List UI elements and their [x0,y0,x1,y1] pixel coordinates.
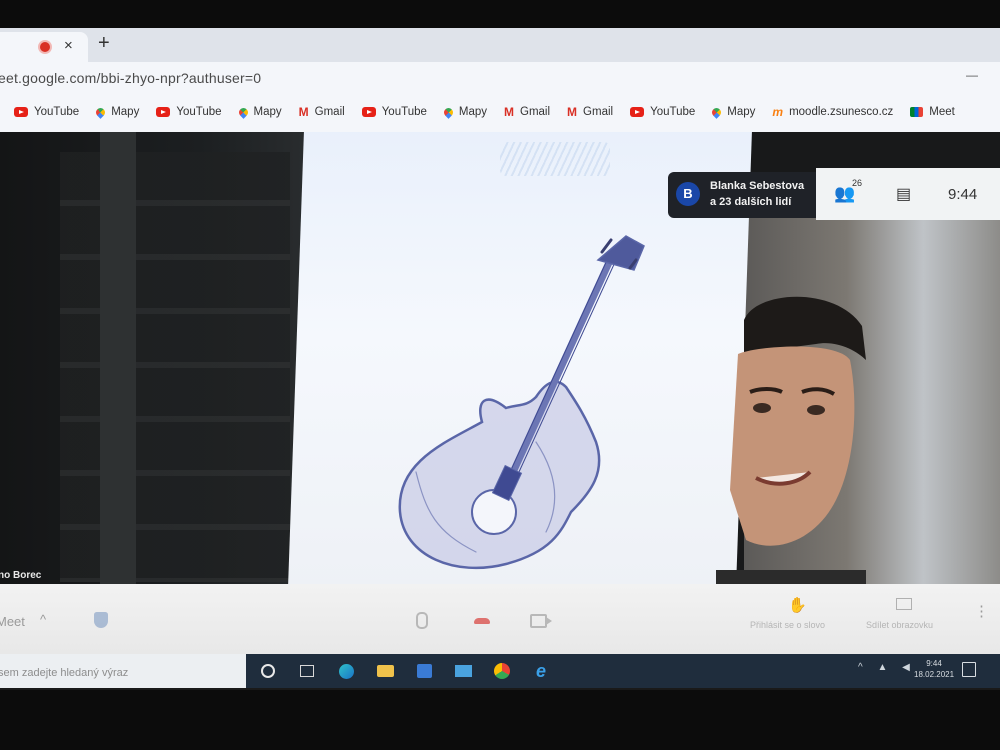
youtube-icon [630,107,645,117]
gmail-icon: M [298,105,309,119]
notification-icon[interactable] [962,662,976,677]
new-tab-button[interactable]: + [98,32,110,55]
edge-button[interactable] [334,660,358,682]
url-text[interactable]: eet.google.com/bbi-zhyo-npr?authuser=0 [0,70,261,86]
recording-icon [40,42,50,52]
internet-explorer-icon: e [535,660,546,681]
participant-name: no Borec [0,570,42,581]
bookmark-label: Gmail [583,106,614,118]
bookmark-label: Mapy [111,106,140,118]
taskbar-date: 18.02.2021 [914,670,955,679]
raise-hand-label[interactable]: Přihlásit se o slovo [750,620,825,630]
system-tray-icons[interactable]: ^ ▲ ◀ [858,662,916,673]
bookmark-gmail[interactable]: M Gmail [504,105,550,119]
gmail-icon: M [567,105,578,119]
meet-icon [910,107,924,117]
background-shelf [60,152,290,582]
participant-card-more: a 23 dalších lidí [710,196,792,208]
mail-icon [454,665,472,677]
maps-icon [236,105,250,119]
bookmark-label: YouTube [381,106,427,118]
window-minimize-icon[interactable]: — [966,68,978,82]
present-screen-label[interactable]: Sdílet obrazovku [866,620,933,630]
gmail-icon: M [504,105,515,119]
bookmark-youtube[interactable]: YouTube [630,106,695,118]
moodle-icon: m [772,105,784,119]
shield-icon[interactable] [94,612,108,628]
active-tab[interactable]: × [0,32,88,62]
bookmark-gmail[interactable]: M Gmail [567,105,613,119]
cortana-button[interactable] [256,660,280,682]
folder-icon [376,665,394,677]
bookmark-label: YouTube [34,106,80,118]
bookmark-gmail[interactable]: M Gmail [299,105,345,119]
camera-icon[interactable] [530,614,552,628]
meeting-info-panel: 👥 26 ▤ 9:44 [816,168,1000,220]
meet-control-bar: Meet ^ ✋ Přihlásit se o slovo Sdílet obr… [0,584,1000,654]
bookmark-mapy[interactable]: Mapy [710,105,756,119]
bookmark-label: YouTube [176,106,222,118]
browser-tab-bar: × + [0,28,1000,62]
maps-icon [94,105,108,119]
meeting-clock: 9:44 [948,186,978,203]
cortana-icon [261,664,275,678]
store-button[interactable] [412,660,436,682]
bookmark-label: Mapy [253,106,282,118]
bookmark-label: Meet [929,106,955,118]
taskbar-clock[interactable]: 9:44 18.02.2021 [914,658,954,680]
bookmark-youtube[interactable]: YouTube [156,106,222,118]
taskbar-search-input[interactable]: sem zadejte hledaný výraz [0,654,246,688]
raise-hand-icon[interactable]: ✋ [788,596,807,614]
task-view-icon [300,665,314,677]
chrome-button[interactable] [490,660,514,682]
bookmark-mapy[interactable]: Mapy [94,105,140,119]
present-screen-icon[interactable] [896,598,912,610]
mail-button[interactable] [451,660,475,682]
youtube-icon [156,107,171,117]
participant-count: 26 [852,178,863,188]
taskbar-time: 9:44 [926,659,942,668]
screen: × + eet.google.com/bbi-zhyo-npr?authuser… [0,28,1000,690]
search-placeholder: sem zadejte hledaný výraz [0,667,129,679]
file-explorer-button[interactable] [373,660,397,682]
bookmark-meet[interactable]: Meet [910,106,955,118]
bookmark-youtube[interactable]: YouTube [361,106,427,118]
maps-icon [710,105,724,119]
maps-icon [442,105,455,119]
task-view-button[interactable] [295,660,319,682]
bookmark-youtube[interactable]: YouTube [14,106,79,118]
microphone-icon[interactable] [416,612,428,629]
store-icon [416,664,432,678]
bookmark-label: YouTube [650,106,696,118]
tab-close-button[interactable]: × [64,37,73,54]
bookmark-mapy[interactable]: Mapy [236,105,282,119]
bookmark-mapy[interactable]: Mapy [442,105,488,119]
address-bar[interactable]: eet.google.com/bbi-zhyo-npr?authuser=0 — [0,62,1000,96]
youtube-icon [14,107,28,117]
bookmark-label: Gmail [520,106,551,118]
participant-card-name: Blanka Sebestova [710,180,805,192]
bookmark-moodle[interactable]: m moodle.zsunesco.cz [772,105,893,119]
participant-face [716,296,866,584]
chat-icon[interactable]: ▤ [896,184,911,204]
bookmark-label: moodle.zsunesco.cz [789,106,894,118]
bookmark-label: Mapy [727,106,756,118]
more-options-icon[interactable]: ⋮ [974,602,989,620]
guitar-drawing [398,235,645,570]
bookmark-label: Gmail [314,106,345,118]
chevron-up-icon[interactable]: ^ [40,612,46,627]
people-card[interactable]: B Blanka Sebestova a 23 dalších lidí [668,172,816,218]
windows-taskbar: sem zadejte hledaný výraz e ^ ▲ ◀ 9:44 1… [0,654,1000,688]
youtube-icon [361,107,376,117]
meeting-details-label[interactable]: Meet [0,614,25,629]
paper-scribble [500,142,610,176]
chrome-icon [494,663,510,679]
bookmark-label: Mapy [458,106,488,118]
edge-icon [338,663,354,679]
bookmarks-bar: YouTube Mapy YouTube Mapy M Gmail YouTube… [0,96,1000,133]
internet-explorer-button[interactable]: e [529,660,553,682]
background-pillar [100,132,136,584]
avatar: B [676,182,700,206]
hang-up-icon[interactable] [474,618,490,624]
